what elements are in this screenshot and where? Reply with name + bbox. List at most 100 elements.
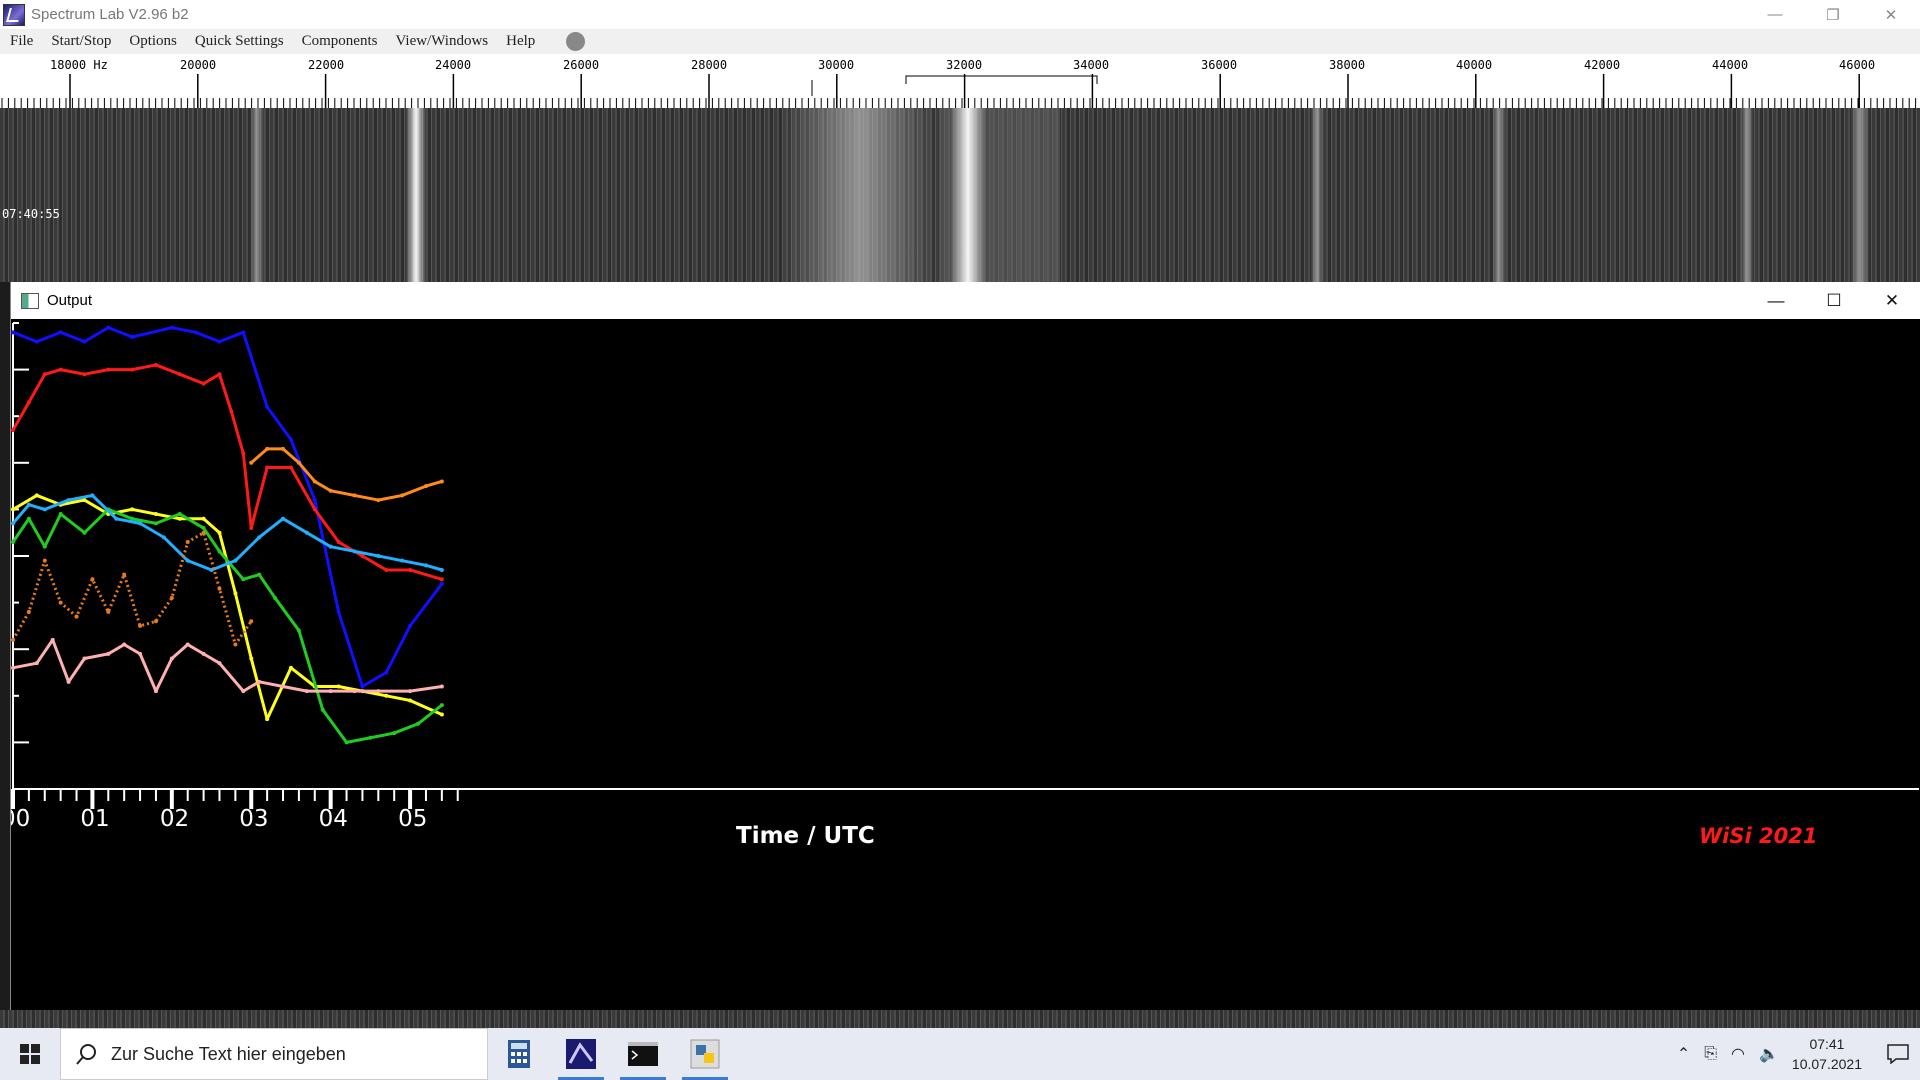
data-point	[66, 498, 71, 503]
data-point	[201, 651, 206, 656]
calculator-app[interactable]	[488, 1028, 550, 1080]
menu-view-windows[interactable]: View/Windows	[386, 33, 497, 50]
wifi-icon[interactable]: ◠	[1724, 1044, 1752, 1064]
action-center-icon	[1887, 1044, 1909, 1064]
freq-label: 26000	[563, 58, 600, 72]
data-point	[265, 717, 270, 722]
output-window[interactable]: Output — ☐ ✕ 00 01 02 03 04 05 Time / UTC WiSi …	[1, 282, 1920, 1010]
data-point	[423, 484, 428, 489]
spectrum-lab-app[interactable]	[550, 1028, 612, 1080]
output-plot[interactable]: 00 01 02 03 04 05 Time / UTC WiSi 2021	[1, 319, 1920, 1010]
windows-icon	[20, 1044, 40, 1064]
freq-label: 18000 Hz	[50, 58, 108, 72]
menu-options[interactable]: Options	[120, 33, 186, 50]
close-button[interactable]: ✕	[1862, 0, 1920, 29]
series-line	[11, 363, 443, 581]
data-point	[177, 372, 182, 377]
data-point	[138, 521, 143, 526]
output-window-icon	[21, 292, 39, 309]
data-point	[241, 689, 246, 694]
data-point	[229, 409, 234, 414]
taskbar-search[interactable]: Zur Suche Text hier eingeben	[60, 1028, 488, 1080]
data-point	[265, 446, 270, 451]
output-minimize-button[interactable]: —	[1747, 282, 1805, 319]
data-point	[34, 339, 39, 344]
data-point	[344, 740, 349, 745]
x-tick-label: 04	[319, 806, 348, 832]
series-line	[12, 638, 443, 693]
frequency-scale[interactable]: 18000 Hz 20000 22000 24000 26000 28000 3…	[0, 54, 1920, 109]
data-point	[233, 591, 238, 596]
data-point	[11, 637, 15, 642]
data-point	[408, 567, 413, 572]
x-tick-label: 03	[239, 806, 268, 832]
data-point	[384, 567, 389, 572]
data-point	[169, 325, 174, 330]
notification-icon[interactable]	[1876, 1028, 1920, 1080]
status-indicator-icon[interactable]	[566, 32, 586, 51]
volume-icon[interactable]: 🔈	[1752, 1044, 1786, 1064]
data-point	[439, 567, 444, 572]
data-point	[153, 362, 158, 367]
data-point	[169, 656, 174, 661]
calculator-icon	[508, 1040, 530, 1068]
output-title-bar: Output — ☐ ✕	[11, 282, 1920, 319]
taskbar: Zur Suche Text hier eingeben ⌃ ⎘ ◠ 🔈 07:…	[0, 1028, 1920, 1080]
output-title: Output	[47, 292, 93, 309]
menu-components[interactable]: Components	[293, 33, 387, 50]
data-point	[320, 707, 325, 712]
freq-label: 40000	[1456, 58, 1493, 72]
data-point	[185, 642, 190, 647]
x-tick-label: 01	[80, 806, 109, 832]
python-app[interactable]	[674, 1028, 736, 1080]
data-point	[312, 507, 317, 512]
data-point	[376, 689, 381, 694]
data-point	[90, 577, 95, 582]
data-point	[281, 516, 286, 521]
data-point	[281, 446, 286, 451]
menu-help[interactable]: Help	[497, 33, 544, 50]
data-point	[304, 530, 309, 535]
series-line	[12, 326, 444, 688]
network-wired-icon[interactable]: ⎘	[1697, 1045, 1724, 1063]
data-point	[185, 558, 190, 563]
data-point	[50, 637, 55, 642]
data-point	[11, 507, 15, 512]
data-point	[352, 493, 357, 498]
data-point	[352, 549, 357, 554]
data-point	[352, 689, 357, 694]
waterfall-timestamp: 07:40:55	[2, 207, 60, 221]
data-point	[26, 516, 31, 521]
menu-file[interactable]: File	[0, 33, 42, 50]
freq-label: 30000	[818, 58, 855, 72]
data-point	[66, 679, 71, 684]
passband-marker	[905, 75, 1098, 84]
clock[interactable]: 07:41 10.07.2021	[1786, 1034, 1876, 1074]
data-point	[201, 530, 206, 535]
menu-quick-settings[interactable]: Quick Settings	[186, 33, 293, 50]
data-point	[26, 609, 31, 614]
data-point	[114, 516, 119, 521]
freq-label: 24000	[435, 58, 472, 72]
output-maximize-button[interactable]: ☐	[1805, 282, 1863, 319]
waterfall-bands	[250, 108, 1870, 282]
terminal-app[interactable]	[612, 1028, 674, 1080]
data-point	[106, 609, 111, 614]
freq-label: 42000	[1584, 58, 1621, 72]
data-point	[439, 581, 444, 586]
waterfall-display[interactable]	[0, 108, 1920, 282]
output-close-button[interactable]: ✕	[1863, 282, 1920, 319]
data-point	[376, 498, 381, 503]
minimize-button[interactable]: —	[1746, 0, 1804, 29]
data-point	[201, 516, 206, 521]
chevron-up-icon[interactable]: ⌃	[1670, 1044, 1697, 1064]
data-point	[233, 558, 238, 563]
start-button[interactable]	[0, 1028, 60, 1080]
restore-button[interactable]: ❐	[1804, 0, 1862, 29]
x-axis-label: Time / UTC	[736, 823, 875, 849]
menu-start-stop[interactable]: Start/Stop	[42, 33, 120, 50]
data-point	[273, 595, 278, 600]
data-point	[241, 451, 246, 456]
data-point	[138, 623, 143, 628]
data-point	[11, 665, 15, 670]
